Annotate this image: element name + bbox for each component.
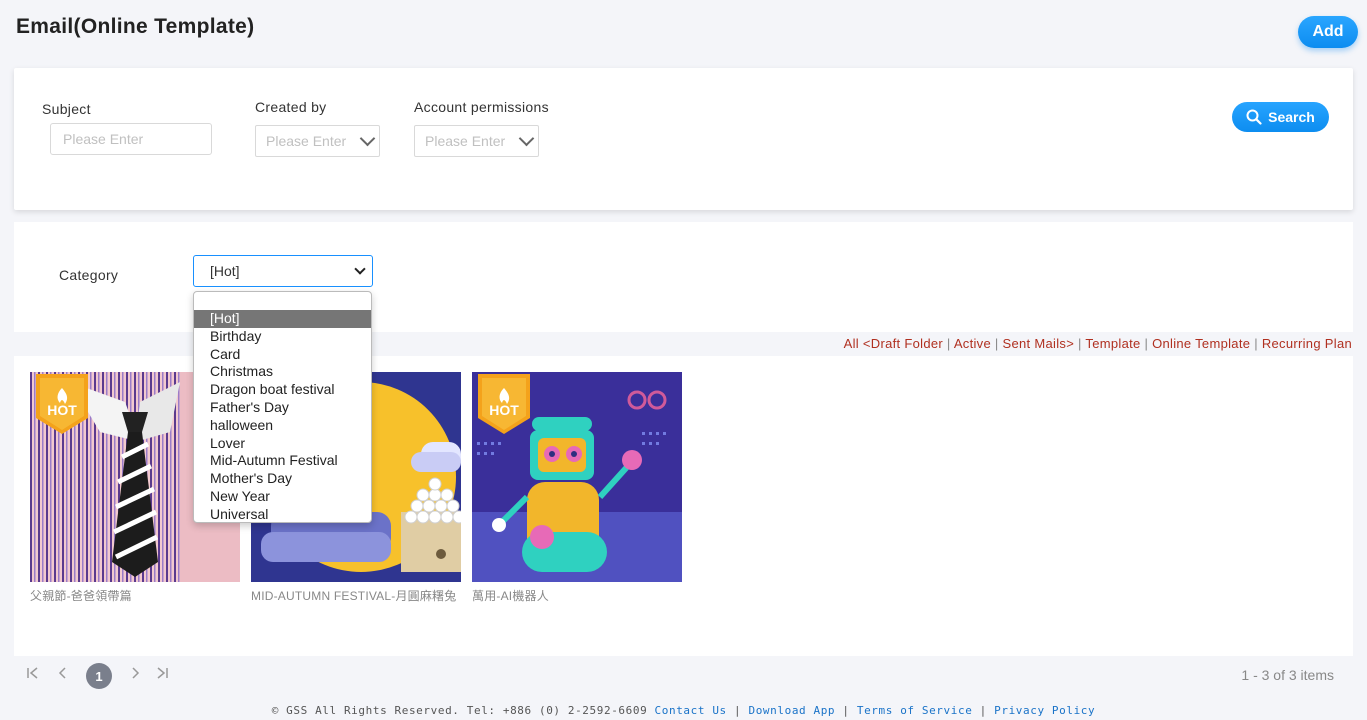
svg-text:HOT: HOT (489, 402, 519, 418)
category-label: Category (59, 267, 119, 283)
prev-page-icon[interactable] (57, 666, 69, 684)
next-page-icon[interactable] (129, 666, 141, 684)
nav-active[interactable]: Active (954, 336, 991, 351)
page-title: Email(Online Template) (16, 15, 255, 38)
hot-badge: HOT (36, 374, 88, 439)
subject-label: Subject (42, 101, 91, 117)
footer-terms-link[interactable]: Terms of Service (857, 704, 973, 717)
nav-all[interactable]: All (844, 336, 859, 351)
category-option[interactable]: halloween (194, 417, 371, 435)
category-option[interactable]: [Hot] (194, 310, 371, 328)
footer-contact-link[interactable]: Contact Us (655, 704, 727, 717)
category-option[interactable]: New Year (194, 488, 371, 506)
template-card-title: 萬用-AI機器人 (472, 589, 549, 603)
subject-placeholder: Please Enter (63, 131, 144, 147)
last-page-icon[interactable] (155, 666, 169, 684)
nav-sent-mails[interactable]: Sent Mails> (1003, 336, 1075, 351)
search-label: Search (1268, 109, 1315, 125)
search-panel (14, 68, 1353, 210)
template-card-title: 父親節-爸爸領帶篇 (30, 589, 132, 603)
hot-badge: HOT (478, 374, 530, 439)
chevron-down-icon (359, 130, 376, 147)
first-page-icon[interactable] (26, 666, 40, 684)
svg-text:HOT: HOT (47, 402, 77, 418)
account-permissions-label: Account permissions (414, 99, 549, 115)
category-option[interactable]: Christmas (194, 363, 371, 381)
template-card-title: MID-AUTUMN FESTIVAL-月圓麻糬兔 (251, 589, 457, 603)
items-count: 1 - 3 of 3 items (1241, 667, 1334, 683)
footer: © GSS All Rights Reserved. Tel: +886 (0)… (271, 704, 1096, 717)
pagination-bar (14, 657, 1353, 693)
nav-recurring-plan[interactable]: Recurring Plan (1262, 336, 1352, 351)
category-option[interactable]: Mid-Autumn Festival (194, 452, 371, 470)
nav-online-template[interactable]: Online Template (1152, 336, 1250, 351)
category-option[interactable]: Dragon boat festival (194, 381, 371, 399)
mail-nav-links: All <Draft Folder | Active | Sent Mails>… (843, 336, 1352, 351)
search-icon (1246, 109, 1262, 125)
account-permissions-select[interactable]: Please Enter (414, 125, 539, 157)
category-option[interactable]: Card (194, 346, 371, 364)
chevron-down-icon (354, 263, 366, 275)
category-option[interactable]: Lover (194, 435, 371, 453)
created-by-label: Created by (255, 99, 327, 115)
footer-privacy-link[interactable]: Privacy Policy (994, 704, 1095, 717)
chevron-down-icon (518, 130, 535, 147)
category-dropdown-list: [Hot] Birthday Card Christmas Dragon boa… (193, 291, 372, 523)
add-button[interactable]: Add (1298, 16, 1358, 48)
page-number-button[interactable]: 1 (86, 663, 112, 689)
category-option[interactable]: Birthday (194, 328, 371, 346)
subject-input[interactable]: Please Enter (50, 123, 212, 155)
footer-copyright: © GSS All Rights Reserved. Tel: +886 (0)… (271, 704, 648, 717)
account-permissions-value: Please Enter (425, 133, 506, 149)
created-by-value: Please Enter (266, 133, 347, 149)
category-selected-value: [Hot] (210, 263, 240, 279)
created-by-select[interactable]: Please Enter (255, 125, 380, 157)
category-option[interactable]: Universal (194, 506, 371, 524)
nav-template[interactable]: Template (1085, 336, 1140, 351)
category-select[interactable]: [Hot] (193, 255, 373, 287)
category-option[interactable]: Father's Day (194, 399, 371, 417)
search-button[interactable]: Search (1232, 102, 1329, 132)
footer-download-link[interactable]: Download App (748, 704, 835, 717)
nav-draft-folder[interactable]: <Draft Folder (863, 336, 943, 351)
category-option[interactable]: Mother's Day (194, 470, 371, 488)
